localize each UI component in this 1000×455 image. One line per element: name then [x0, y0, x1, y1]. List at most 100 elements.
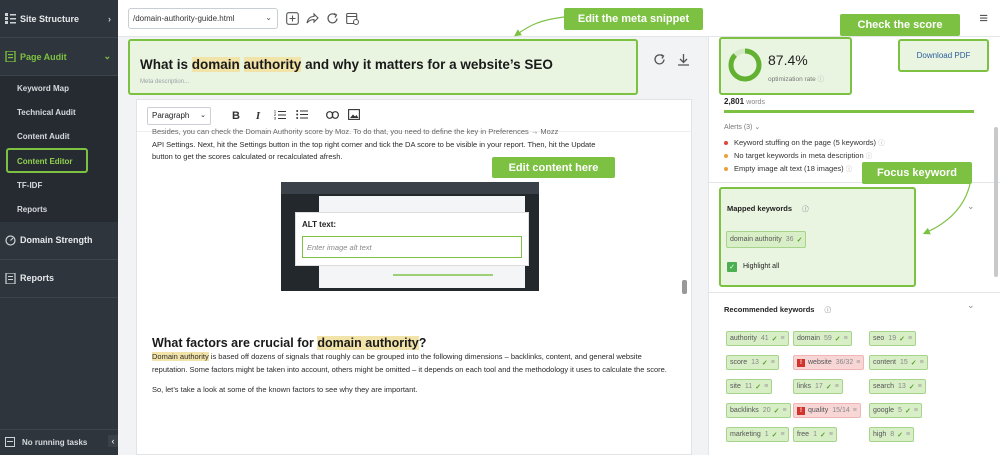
menu-icon[interactable]: ≡	[781, 431, 785, 438]
sidebar-item-tf-idf[interactable]: TF-IDF	[0, 173, 118, 197]
recommended-keyword-chip[interactable]: google 5 ✓ ≡	[869, 403, 922, 418]
numbered-list-icon[interactable]: 123	[269, 109, 291, 123]
body-line: Besides, you can check the Domain Author…	[152, 127, 559, 136]
menu-icon[interactable]: ≡	[908, 335, 912, 342]
menu-icon[interactable]: ≡	[781, 335, 785, 342]
editor-scrollbar[interactable]	[682, 280, 687, 294]
keyword-text: high	[873, 431, 887, 438]
info-icon[interactable]: ⓘ	[818, 76, 825, 83]
menu-icon[interactable]: ≡	[853, 407, 857, 414]
score-label: optimization rate	[768, 76, 816, 83]
highlight-all-checkbox[interactable]: ✓	[727, 262, 737, 272]
sidebar-item-technical-audit[interactable]: Technical Audit	[0, 100, 118, 124]
keyword-text: quality	[808, 407, 829, 414]
recommended-keyword-chip[interactable]: ! website 36/32 ≡	[793, 355, 865, 370]
menu-icon[interactable]: ≡	[920, 359, 924, 366]
menu-icon[interactable]: ≡	[771, 359, 775, 366]
recommended-keyword-chip[interactable]: domain 59 ✓ ≡	[793, 331, 852, 346]
sidebar-item-content-editor[interactable]: Content Editor	[0, 147, 118, 173]
panel-scrollbar[interactable]	[994, 127, 998, 277]
chevron-down-icon[interactable]: ⌄	[967, 300, 975, 311]
section-heading: What factors are crucial for domain auth…	[152, 335, 676, 350]
menu-icon[interactable]: ≡	[782, 407, 786, 414]
alerts-header[interactable]: Alerts (3) ⌄	[724, 123, 760, 131]
recommended-keyword-chip[interactable]: content 15 ✓ ≡	[869, 355, 928, 370]
menu-icon[interactable]: ≡	[914, 407, 918, 414]
score-ring	[728, 48, 762, 82]
refresh-icon[interactable]	[324, 10, 340, 26]
menu-icon[interactable]: ≡	[844, 335, 848, 342]
recommended-keyword-chip[interactable]: site 11 ✓ ≡	[726, 379, 773, 394]
info-icon[interactable]: ⓘ	[825, 307, 832, 314]
sidebar-item-content-audit[interactable]: Content Audit	[0, 125, 118, 149]
recommended-keyword-chip[interactable]: backlinks 20 ✓ ≡	[726, 403, 791, 418]
menu-icon[interactable]: ≡	[829, 431, 833, 438]
italic-icon[interactable]: I	[247, 110, 269, 122]
recommended-keyword-chip[interactable]: search 13 ✓ ≡	[869, 379, 926, 394]
content-editor[interactable]: Paragraph ⌄ B I 123 Besides, you can che…	[136, 99, 692, 455]
alert-item: Keyword stuffing on the page (5 keywords…	[724, 137, 885, 147]
sidebar-item-reports[interactable]: Reports	[0, 197, 118, 221]
info-icon[interactable]: ⓘ	[866, 153, 873, 160]
mapped-keywords-title: Mapped keywords	[727, 204, 793, 213]
page-title-field[interactable]: What is domain authority and why it matt…	[140, 57, 626, 72]
chevron-down-icon[interactable]: ⌄	[967, 201, 975, 212]
chevron-down-icon: ⌄	[265, 13, 272, 22]
download-icon[interactable]	[677, 53, 690, 69]
collapse-sidebar-button[interactable]: ‹	[108, 435, 118, 447]
screenshot-image[interactable]: ALT text: Enter image alt text	[281, 181, 539, 291]
check-icon: ✓	[908, 383, 915, 391]
keyword-count: 17	[815, 383, 823, 390]
sidebar-section-reports[interactable]: Reports	[0, 260, 118, 298]
menu-icon[interactable]: ≡	[918, 383, 922, 390]
recommended-keyword-chip[interactable]: marketing 1 ✓ ≡	[726, 427, 789, 442]
info-icon[interactable]: ⓘ	[878, 140, 885, 147]
download-pdf-label: Download PDF	[916, 51, 971, 60]
title-keyword: authority	[243, 57, 302, 72]
recommended-keyword-chip[interactable]: seo 19 ✓ ≡	[869, 331, 917, 346]
recommended-keyword-chip[interactable]: links 17 ✓ ≡	[793, 379, 843, 394]
recommended-keyword-chip[interactable]: authority 41 ✓ ≡	[726, 331, 789, 346]
optimization-score: 87.4%	[768, 52, 808, 68]
meta-description-field[interactable]: Meta description...	[140, 79, 626, 85]
menu-icon[interactable]: ≡	[764, 383, 768, 390]
sidebar-section-page-audit[interactable]: Page Audit ⌄	[0, 38, 118, 76]
recommended-keyword-chip[interactable]: high 8 ✓ ≡	[869, 427, 915, 442]
image-icon[interactable]	[343, 108, 365, 123]
meta-snippet-editor[interactable]: What is domain authority and why it matt…	[128, 39, 638, 95]
alt-text-input[interactable]: Enter image alt text	[302, 236, 522, 258]
sidebar-item-label: Reports	[17, 205, 48, 215]
recommended-keyword-chip[interactable]: ! quality 15/14 ≡	[793, 403, 861, 418]
bullet-list-icon[interactable]	[291, 109, 313, 123]
paragraph: So, let’s take a look at some of the kno…	[152, 385, 418, 394]
sidebar-section-domain-strength[interactable]: Domain Strength	[0, 222, 118, 260]
recommended-keyword-chip[interactable]: free 1 ✓ ≡	[793, 427, 837, 442]
download-pdf-button[interactable]: Download PDF	[898, 39, 989, 72]
sidebar-section-site-structure[interactable]: Site Structure ›	[0, 0, 118, 38]
info-icon[interactable]: ⓘ	[846, 166, 853, 173]
chevron-right-icon: ›	[108, 13, 111, 24]
schedule-icon[interactable]	[344, 10, 360, 26]
sidebar-item-keyword-map[interactable]: Keyword Map	[0, 76, 118, 100]
bold-icon[interactable]: B	[225, 110, 247, 122]
menu-icon[interactable]: ≡	[906, 431, 910, 438]
share-icon[interactable]	[304, 10, 320, 26]
file-select[interactable]: /domain-authority-guide.html ⌄	[128, 8, 278, 29]
add-page-icon[interactable]	[284, 10, 300, 26]
keyword-count: 1	[764, 431, 769, 438]
highlight-all-label: Highlight all	[743, 263, 780, 270]
info-icon[interactable]: ⓘ	[802, 206, 809, 213]
check-icon: ✓	[755, 383, 762, 391]
menu-icon[interactable]: ≡	[856, 359, 860, 366]
paragraph-style-select[interactable]: Paragraph ⌄	[147, 106, 211, 125]
menu-icon[interactable]: ≡	[979, 10, 988, 27]
keyword-text: domain authority	[730, 236, 782, 243]
recommended-keyword-chip[interactable]: score 13 ✓ ≡	[726, 355, 779, 370]
reload-icon[interactable]	[653, 53, 666, 69]
alert-item: Empty image alt text (18 images) ⓘ	[724, 163, 852, 173]
keyword-text: links	[797, 383, 812, 390]
mapped-keyword-chip[interactable]: domain authority 36 ✓	[726, 231, 807, 248]
image-window-bar	[281, 181, 539, 194]
link-icon[interactable]	[321, 110, 343, 122]
menu-icon[interactable]: ≡	[835, 383, 839, 390]
